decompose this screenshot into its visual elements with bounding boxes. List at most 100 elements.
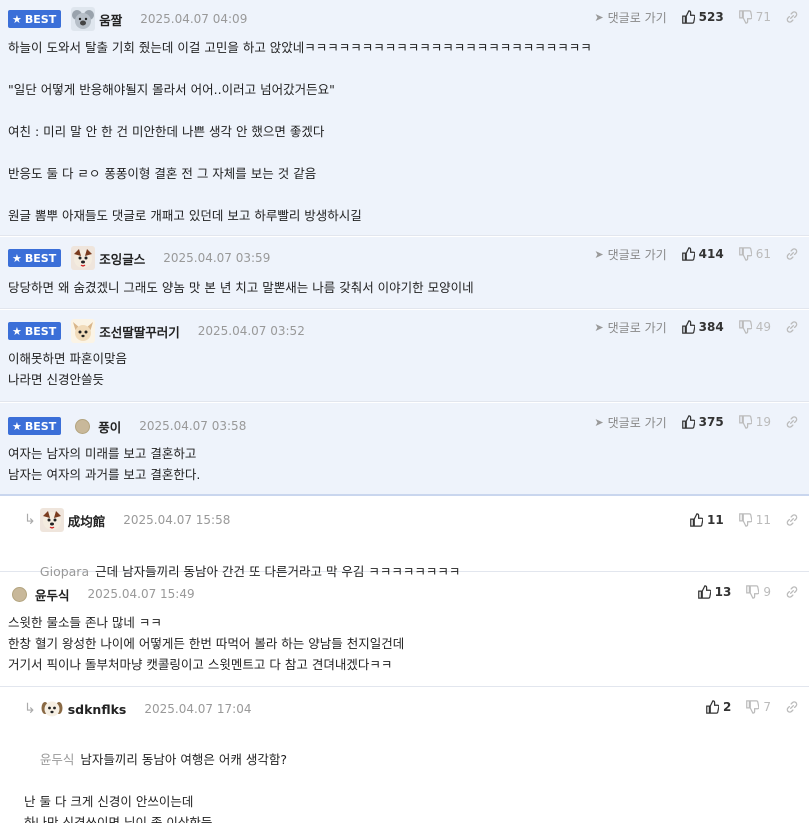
mention[interactable]: 윤두식 [40, 752, 75, 767]
comment-date: 2025.04.07 03:52 [197, 324, 305, 338]
thumbs-down-icon [746, 585, 760, 599]
dot-avatar[interactable] [12, 586, 27, 602]
like-button[interactable]: 523 [681, 10, 724, 24]
thumbs-down-icon [738, 320, 752, 334]
comment-body: 당당하면 왜 숨겼겠니 그래도 양놈 맛 본 년 치고 말뽄새는 나름 갖춰서 … [8, 280, 474, 295]
comment-body: 스윗한 물소들 존나 많네 ㅋㅋ 한창 혈기 왕성한 나이에 어떻게든 한번 따… [8, 615, 405, 672]
dislike-count: 19 [755, 415, 771, 429]
dislike-count: 7 [763, 700, 771, 714]
best-badge: ★ BEST [8, 417, 62, 435]
comment-actions: ➤ 댓글로 가기 375 19 [594, 413, 799, 431]
dog-avatar[interactable] [71, 246, 96, 270]
comment-best-3: ★ BEST 조선딸딸꾸러기 2025.04.07 03:52 ➤ 댓글로 가기 3… [0, 310, 809, 402]
link-icon[interactable] [785, 585, 799, 600]
like-button[interactable]: 375 [681, 415, 724, 429]
koala-avatar[interactable] [71, 7, 96, 31]
comment-actions: 11 11 [689, 511, 799, 529]
like-button[interactable]: 2 [705, 700, 731, 714]
go-to-reply-link[interactable]: ➤ 댓글로 가기 [594, 319, 666, 336]
thumbs-up-icon [681, 415, 695, 429]
comment-header: ★ BEST 풍이 2025.04.07 03:58 [8, 415, 246, 437]
dislike-button[interactable]: 7 [745, 700, 771, 714]
comment-header: ★ BEST 조잉글스 2025.04.07 03:59 [8, 246, 271, 270]
star-icon: ★ [12, 251, 22, 265]
like-count: 523 [698, 10, 724, 24]
thumbs-down-icon [738, 415, 752, 429]
thumbs-up-icon [681, 10, 695, 24]
comment-actions: 13 9 [697, 583, 799, 601]
link-icon[interactable] [785, 415, 799, 430]
dislike-button[interactable]: 9 [745, 585, 771, 599]
like-count: 2 [723, 700, 732, 714]
reply-arrow-icon: ↳ [24, 701, 36, 717]
comment-best-4: ★ BEST 풍이 2025.04.07 03:58 ➤ 댓글로 가기 375 19… [0, 403, 809, 496]
comment-body: 윤두식 남자들끼리 동남아 여행은 어캐 생각함? 난 둘 다 크게 신경이 안쓰… [24, 728, 287, 823]
nickname[interactable]: 윤두식 [35, 585, 70, 604]
thumbs-down-icon [738, 247, 752, 261]
like-count: 384 [698, 320, 724, 334]
comment: 윤두식 2025.04.07 15:49 13 9 스윗한 물소들 존나 많네 … [0, 573, 809, 687]
link-icon[interactable] [785, 10, 799, 25]
comment-body: 하늘이 도와서 탈출 기회 줬는데 이걸 고민을 하고 앉았네ㅋㅋㅋㅋㅋㅋㅋㅋㅋ… [8, 40, 592, 223]
comment-date: 2025.04.07 04:09 [140, 12, 248, 26]
link-icon[interactable] [785, 320, 799, 335]
comment-best-1: ★ BEST 움짤 2025.04.07 04:09 ➤ 댓글로 가기 523 71… [0, 0, 809, 236]
nickname[interactable]: 조잉글스 [99, 249, 145, 268]
like-button[interactable]: 384 [681, 320, 724, 334]
dislike-count: 61 [755, 247, 771, 261]
thumbs-up-icon [697, 585, 711, 599]
comment-date: 2025.04.07 03:58 [139, 419, 247, 433]
dislike-button[interactable]: 71 [738, 10, 771, 24]
go-to-reply-link[interactable]: ➤ 댓글로 가기 [594, 246, 666, 263]
dislike-button[interactable]: 49 [738, 320, 771, 334]
like-count: 11 [707, 513, 724, 527]
send-arrow-icon: ➤ [594, 10, 604, 24]
reply-arrow-icon: ↳ [24, 512, 36, 528]
comment-actions: ➤ 댓글로 가기 384 49 [594, 318, 799, 336]
comment-actions: ➤ 댓글로 가기 414 61 [594, 245, 799, 263]
dot-avatar[interactable] [75, 418, 91, 434]
nickname[interactable]: 조선딸딸꾸러기 [99, 322, 180, 341]
comment-header: 윤두식 2025.04.07 15:49 [8, 583, 195, 605]
send-arrow-icon: ➤ [594, 320, 604, 334]
nickname[interactable]: 움짤 [99, 10, 122, 29]
best-badge: ★ BEST [8, 249, 62, 267]
comment-header: ★ BEST 움짤 2025.04.07 04:09 [8, 7, 248, 31]
thumbs-up-icon [706, 700, 719, 714]
like-count: 375 [698, 415, 724, 429]
comment-date: 2025.04.07 15:58 [123, 513, 231, 527]
comment-date: 2025.04.07 03:59 [163, 251, 271, 265]
comment-actions: ➤ 댓글로 가기 523 71 [594, 8, 799, 26]
like-button[interactable]: 11 [689, 513, 724, 527]
dislike-button[interactable]: 19 [738, 415, 771, 429]
like-button[interactable]: 13 [697, 585, 731, 599]
thumbs-down-icon [746, 700, 760, 714]
go-to-reply-link[interactable]: ➤ 댓글로 가기 [594, 9, 666, 26]
dislike-button[interactable]: 11 [738, 513, 771, 527]
dislike-count: 71 [755, 10, 771, 24]
comment-header: ↳ sdknflks 2025.04.07 17:04 [24, 697, 251, 721]
chihuahua-avatar[interactable] [71, 319, 96, 343]
nickname[interactable]: 풍이 [98, 417, 121, 436]
like-count: 414 [698, 247, 724, 261]
star-icon: ★ [12, 419, 22, 433]
link-icon[interactable] [785, 247, 799, 262]
nickname[interactable]: 成均館 [68, 511, 106, 530]
comment-actions: 2 7 [705, 698, 799, 716]
puppy-avatar[interactable] [39, 697, 64, 721]
like-button[interactable]: 414 [681, 247, 724, 261]
link-icon[interactable] [785, 513, 799, 528]
nickname[interactable]: sdknflks [68, 702, 127, 717]
thumbs-up-icon [681, 247, 695, 261]
go-to-reply-link[interactable]: ➤ 댓글로 가기 [594, 414, 666, 431]
thumbs-up-icon [681, 320, 695, 334]
comment-best-2: ★ BEST 조잉글스 2025.04.07 03:59 ➤ 댓글로 가기 414 … [0, 237, 809, 309]
send-arrow-icon: ➤ [594, 247, 604, 261]
dislike-button[interactable]: 61 [738, 247, 771, 261]
dislike-count: 49 [755, 320, 771, 334]
link-icon[interactable] [785, 700, 799, 715]
comment-body: 이해못하면 파혼이맞음 나라면 신경안쓸듯 [8, 351, 127, 387]
dog-avatar[interactable] [39, 508, 64, 532]
best-badge: ★ BEST [8, 10, 62, 28]
comment-date: 2025.04.07 15:49 [87, 587, 195, 601]
